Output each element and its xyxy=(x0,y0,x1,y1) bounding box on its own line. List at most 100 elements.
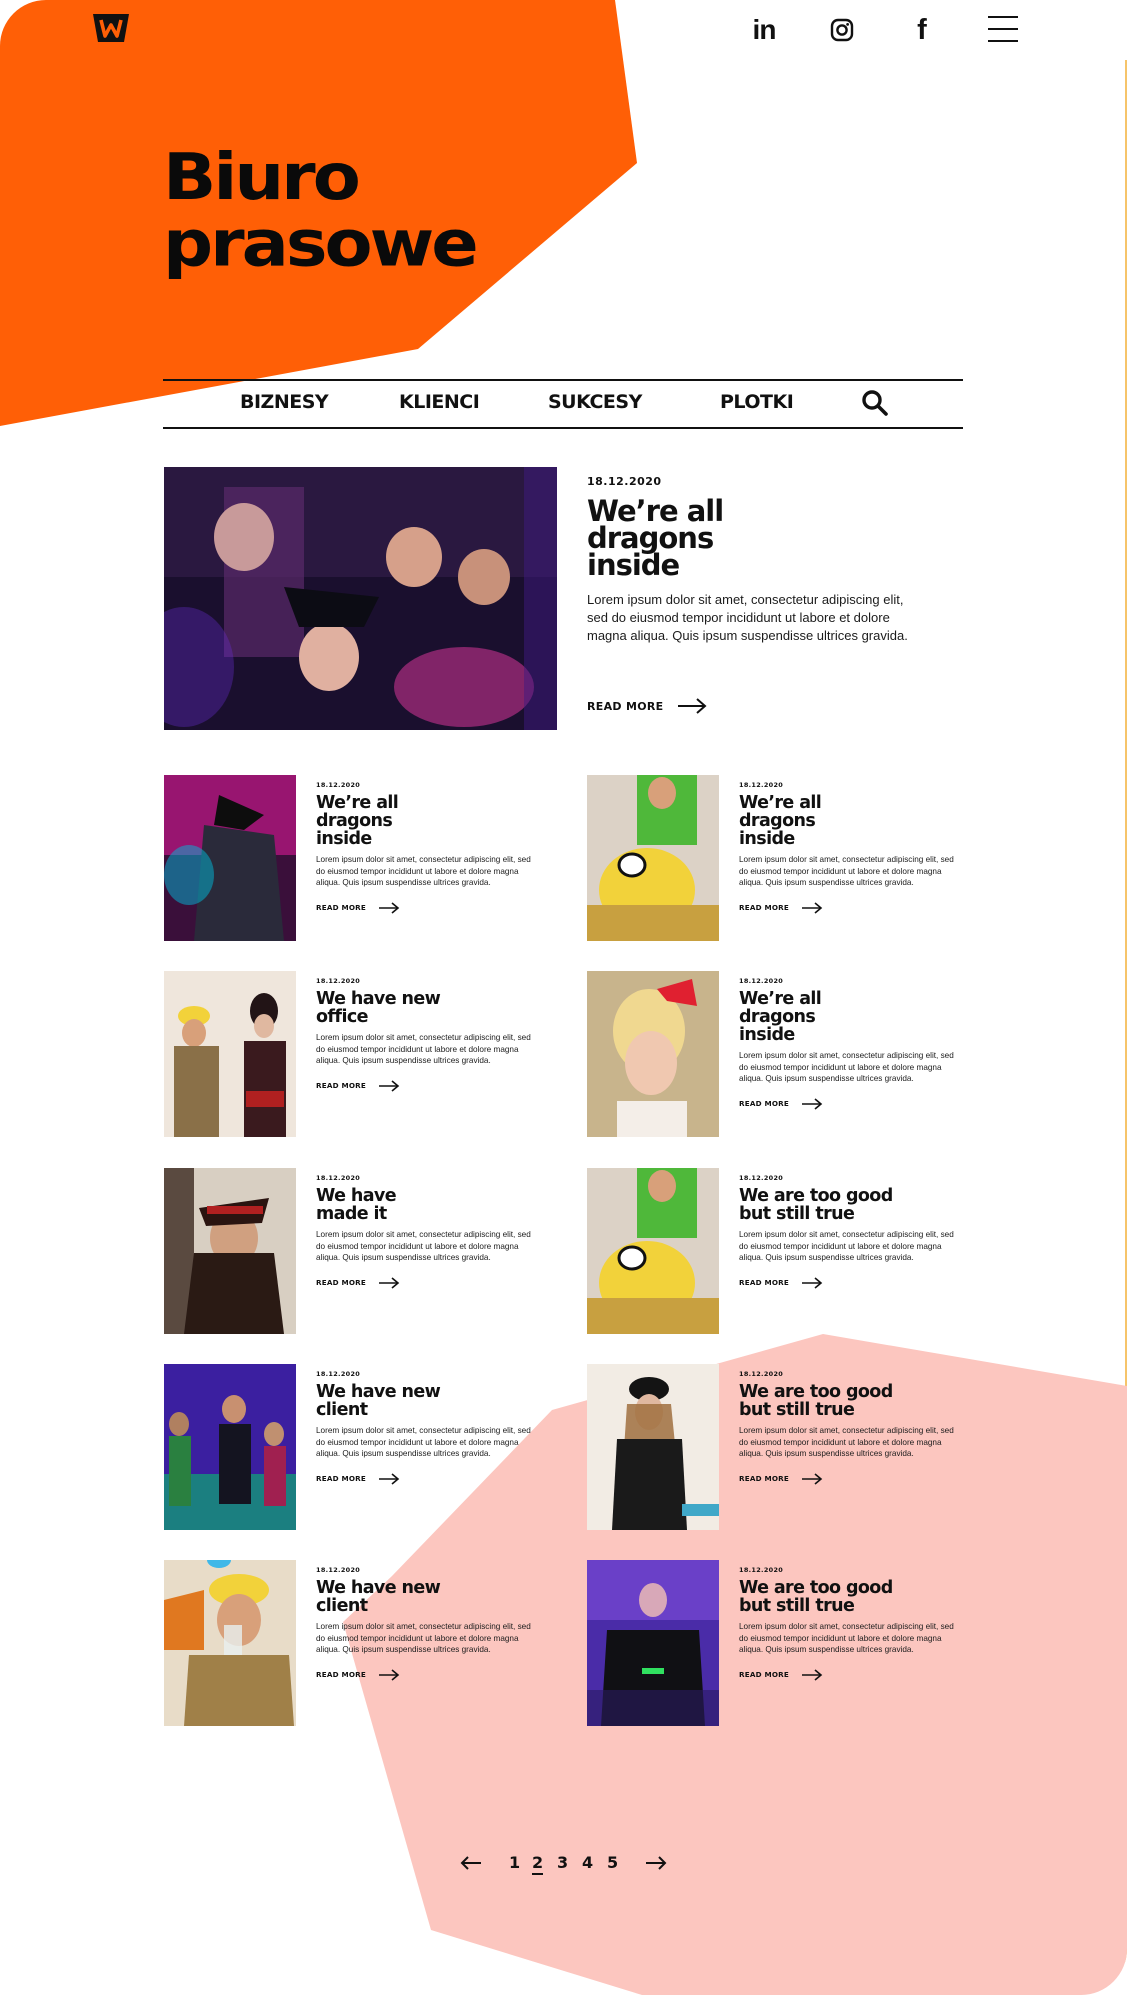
featured-read-more-link[interactable]: READ MORE xyxy=(587,697,707,715)
article-card[interactable]: 18.12.2020 We are too good but still tru… xyxy=(587,1168,987,1334)
read-more-label: READ MORE xyxy=(739,1474,789,1484)
article-excerpt: Lorem ipsum dolor sit amet, consectetur … xyxy=(316,1033,531,1066)
read-more-link[interactable]: READ MORE xyxy=(316,1668,544,1682)
article-date: 18.12.2020 xyxy=(739,1370,784,1378)
article-title[interactable]: We are too good but still true xyxy=(739,1187,899,1223)
article-card[interactable]: 18.12.2020 We’re all dragons inside Lore… xyxy=(587,971,987,1137)
article-card[interactable]: 18.12.2020 We have new client Lorem ipsu… xyxy=(164,1364,564,1530)
article-title[interactable]: We’re all dragons inside xyxy=(739,794,874,848)
arrow-right-icon xyxy=(801,1277,823,1289)
article-text: 18.12.2020 We have new client Lorem ipsu… xyxy=(316,1566,544,1682)
linkedin-icon[interactable]: in xyxy=(748,14,780,46)
read-more-label: READ MORE xyxy=(739,903,789,913)
article-thumbnail[interactable] xyxy=(164,971,296,1137)
article-card[interactable]: 18.12.2020 We have made it Lorem ipsum d… xyxy=(164,1168,564,1334)
article-title[interactable]: We are too good but still true xyxy=(739,1579,899,1615)
page-link-3[interactable]: 3 xyxy=(557,1853,568,1872)
nav-item-plotki[interactable]: PLOTKI xyxy=(720,391,794,413)
read-more-link[interactable]: READ MORE xyxy=(316,1079,544,1093)
page-link-5[interactable]: 5 xyxy=(607,1853,618,1872)
article-card[interactable]: 18.12.2020 We have new office Lorem ipsu… xyxy=(164,971,564,1137)
page-link-4[interactable]: 4 xyxy=(582,1853,593,1872)
article-thumbnail[interactable] xyxy=(587,971,719,1137)
read-more-link[interactable]: READ MORE xyxy=(316,901,544,915)
article-thumbnail[interactable] xyxy=(164,1168,296,1334)
nav-item-biznesy[interactable]: BIZNESY xyxy=(240,391,329,413)
article-title[interactable]: We have new client xyxy=(316,1383,466,1419)
pagination: 1 2 3 4 5 xyxy=(460,1852,670,1878)
prev-page-arrow-icon[interactable] xyxy=(460,1856,482,1870)
arrow-right-icon xyxy=(378,902,400,914)
arrow-right-icon xyxy=(378,1080,400,1092)
arrow-right-icon xyxy=(378,1277,400,1289)
read-more-link[interactable]: READ MORE xyxy=(739,901,967,915)
article-thumbnail[interactable] xyxy=(587,775,719,941)
arrow-right-icon xyxy=(801,1669,823,1681)
article-date: 18.12.2020 xyxy=(739,1174,784,1182)
article-text: 18.12.2020 We are too good but still tru… xyxy=(739,1174,967,1290)
article-thumbnail[interactable] xyxy=(164,775,296,941)
read-more-label: READ MORE xyxy=(316,1670,366,1680)
featured-title[interactable]: We’re all dragons inside xyxy=(587,497,787,580)
article-text: 18.12.2020 We have new client Lorem ipsu… xyxy=(316,1370,544,1486)
hamburger-menu-icon[interactable] xyxy=(988,16,1018,42)
instagram-icon[interactable] xyxy=(826,14,858,46)
read-more-link[interactable]: READ MORE xyxy=(316,1276,544,1290)
read-more-link[interactable]: READ MORE xyxy=(739,1668,967,1682)
article-thumbnail[interactable] xyxy=(587,1168,719,1334)
article-thumbnail[interactable] xyxy=(164,1560,296,1726)
page-title: Biuro prasowe xyxy=(163,144,479,276)
article-card[interactable]: 18.12.2020 We’re all dragons inside Lore… xyxy=(587,775,987,941)
article-thumbnail[interactable] xyxy=(587,1364,719,1530)
article-thumbnail[interactable] xyxy=(164,1364,296,1530)
read-more-link[interactable]: READ MORE xyxy=(739,1472,967,1486)
article-card[interactable]: 18.12.2020 We’re all dragons inside Lore… xyxy=(164,775,564,941)
article-text: 18.12.2020 We have new office Lorem ipsu… xyxy=(316,977,544,1093)
read-more-link[interactable]: READ MORE xyxy=(739,1097,967,1111)
article-title[interactable]: We have new office xyxy=(316,990,466,1026)
read-more-label: READ MORE xyxy=(739,1278,789,1288)
article-text: 18.12.2020 We’re all dragons inside Lore… xyxy=(316,781,544,915)
arrow-right-icon xyxy=(801,902,823,914)
article-text: 18.12.2020 We are too good but still tru… xyxy=(739,1566,967,1682)
read-more-label: READ MORE xyxy=(739,1670,789,1680)
article-excerpt: Lorem ipsum dolor sit amet, consectetur … xyxy=(316,855,531,888)
arrow-right-icon xyxy=(378,1669,400,1681)
search-icon[interactable] xyxy=(861,389,889,417)
article-excerpt: Lorem ipsum dolor sit amet, consectetur … xyxy=(739,1051,954,1084)
read-more-link[interactable]: READ MORE xyxy=(739,1276,967,1290)
article-text: 18.12.2020 We have made it Lorem ipsum d… xyxy=(316,1174,544,1290)
article-excerpt: Lorem ipsum dolor sit amet, consectetur … xyxy=(316,1230,531,1263)
read-more-label: READ MORE xyxy=(587,699,664,713)
article-card[interactable]: 18.12.2020 We are too good but still tru… xyxy=(587,1364,987,1530)
article-title[interactable]: We have new client xyxy=(316,1579,466,1615)
read-more-label: READ MORE xyxy=(316,903,366,913)
next-page-arrow-icon[interactable] xyxy=(645,1856,667,1870)
nav-item-klienci[interactable]: KLIENCI xyxy=(399,391,480,413)
article-title[interactable]: We are too good but still true xyxy=(739,1383,899,1419)
facebook-icon[interactable]: f xyxy=(906,14,938,46)
article-text: 18.12.2020 We are too good but still tru… xyxy=(739,1370,967,1486)
page-link-1[interactable]: 1 xyxy=(509,1853,520,1872)
article-date: 18.12.2020 xyxy=(739,977,784,985)
article-card[interactable]: 18.12.2020 We are too good but still tru… xyxy=(587,1560,987,1726)
page: in f Biuro prasowe BIZNESY KLIENCI SUKCE… xyxy=(0,0,1127,1995)
article-excerpt: Lorem ipsum dolor sit amet, consectetur … xyxy=(739,1426,954,1459)
read-more-label: READ MORE xyxy=(739,1099,789,1109)
article-title[interactable]: We’re all dragons inside xyxy=(739,990,874,1044)
article-title[interactable]: We’re all dragons inside xyxy=(316,794,451,848)
read-more-label: READ MORE xyxy=(316,1278,366,1288)
article-excerpt: Lorem ipsum dolor sit amet, consectetur … xyxy=(739,1622,954,1655)
nav-item-sukcesy[interactable]: SUKCESY xyxy=(548,391,642,413)
featured-date: 18.12.2020 xyxy=(587,475,662,488)
arrow-right-icon xyxy=(678,698,707,714)
article-thumbnail[interactable] xyxy=(587,1560,719,1726)
read-more-label: READ MORE xyxy=(316,1474,366,1484)
article-title[interactable]: We have made it xyxy=(316,1187,451,1223)
featured-article-image[interactable] xyxy=(164,467,557,730)
page-link-2-current[interactable]: 2 xyxy=(532,1853,544,1875)
article-card[interactable]: 18.12.2020 We have new client Lorem ipsu… xyxy=(164,1560,564,1726)
logo[interactable] xyxy=(93,14,129,42)
read-more-link[interactable]: READ MORE xyxy=(316,1472,544,1486)
article-text: 18.12.2020 We’re all dragons inside Lore… xyxy=(739,977,967,1111)
